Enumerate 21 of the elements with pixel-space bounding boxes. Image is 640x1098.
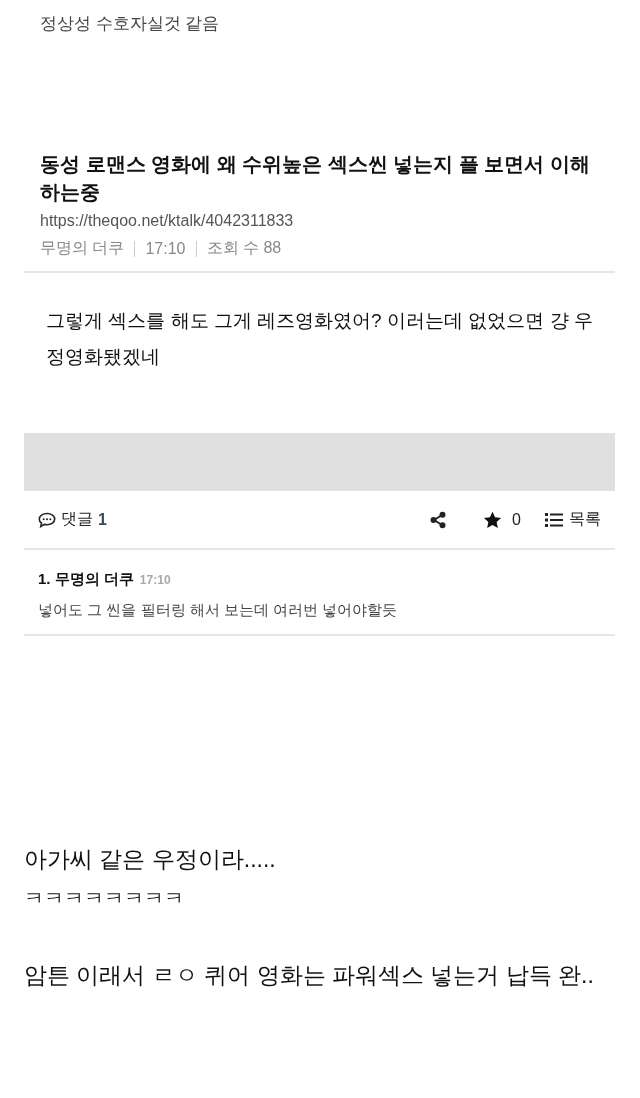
list-link[interactable]: 목록 <box>569 509 601 530</box>
favorite-count: 0 <box>512 510 521 529</box>
speech-bubble-icon <box>38 511 56 528</box>
post-url[interactable]: https://theqoo.net/ktalk/4042311833 <box>40 212 294 230</box>
share-icon[interactable] <box>429 510 448 529</box>
star-icon[interactable] <box>483 510 503 529</box>
comment-count: 1 <box>98 510 107 529</box>
comment-author: 1. 무명의 더쿠 <box>38 570 134 587</box>
post-body-text: 그렇게 섹스를 해도 그게 레즈영화였어? 이러는데 없었으면 걍 우정영화됐겠네 <box>46 310 593 367</box>
view-count: 조회 수 88 <box>206 238 282 258</box>
caption-text: 암튼 이래서 ㄹㅇ 퀴어 영화는 파워섹스 넣는거 납득 완.. <box>24 962 594 988</box>
post-title: 동성 로맨스 영화에 왜 수위높은 섹스씬 넣는지 플 보면서 이해하는중 <box>40 152 591 205</box>
post-time: 17:10 <box>145 239 186 258</box>
author-name: 무명의 더쿠 <box>40 238 125 258</box>
caption-text: 아가씨 같은 우정이라..... <box>24 846 276 872</box>
caption-text: ㅋㅋㅋㅋㅋㅋㅋㅋ <box>24 887 184 909</box>
comments-label: 댓글 <box>61 509 93 529</box>
comment-time: 17:10 <box>139 573 171 587</box>
comment-text: 넣어도 그 씬을 필터링 해서 보는데 여러번 넣어야할듯 <box>38 601 398 618</box>
caption-text: 정상성 수호자실것 같음 <box>40 14 220 33</box>
list-icon[interactable] <box>545 511 563 528</box>
